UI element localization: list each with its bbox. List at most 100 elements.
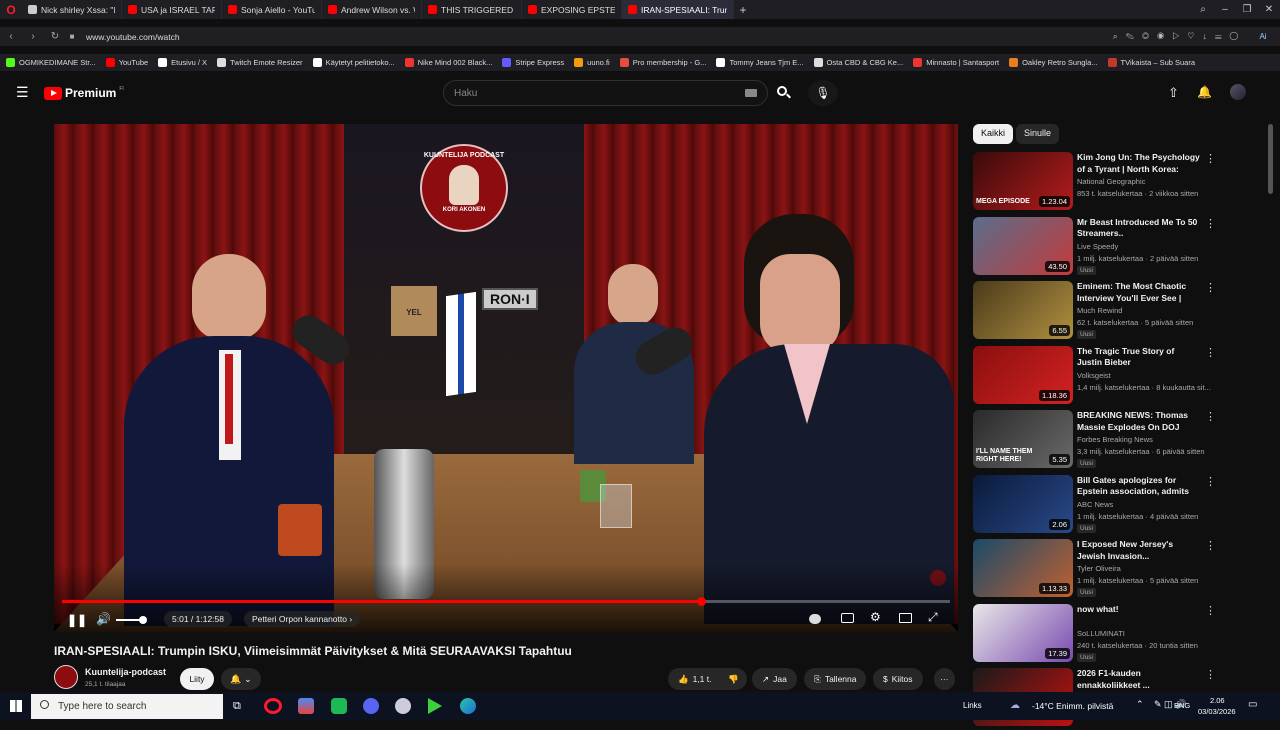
- discord-icon[interactable]: [363, 698, 379, 714]
- opera-logo-icon[interactable]: O: [0, 3, 22, 17]
- upload-icon[interactable]: ⇧: [1168, 85, 1179, 101]
- recommended-video[interactable]: I'LL NAME THEM RIGHT HERE! 5.35 BREAKING N…: [973, 410, 1263, 472]
- miniplayer-icon[interactable]: [899, 613, 912, 623]
- recommended-video[interactable]: MEGA EPISODE 1.23.04 Kim Jong Un: The Psyc…: [973, 152, 1263, 214]
- bookmark-item[interactable]: Oakley Retro Sungla...: [1009, 58, 1098, 67]
- video-title-link[interactable]: 2026 F1-kauden ennakkoliikkeet ...: [1077, 668, 1201, 691]
- task-view-icon[interactable]: ⧉: [233, 700, 241, 713]
- keyboard-icon[interactable]: [745, 89, 757, 97]
- recommended-video[interactable]: 1.18.36 The Tragic True Story of Justin B…: [973, 345, 1263, 408]
- weather-text[interactable]: -14°C Enimm. pilvistä: [1032, 701, 1113, 711]
- chapter-button[interactable]: Petteri Orpon kannanotto ›: [244, 611, 361, 627]
- bookmark-item[interactable]: Pro membership - G...: [619, 58, 706, 67]
- bookmark-item[interactable]: Etusivu / X: [158, 58, 207, 67]
- channel-name[interactable]: ABC News: [1077, 500, 1113, 509]
- weather-icon[interactable]: ☁: [1010, 700, 1020, 711]
- recommended-video[interactable]: 1.13.33 I Exposed New Jersey's Jewish Inv…: [973, 539, 1263, 601]
- video-title-link[interactable]: BREAKING NEWS: Thomas Massie Explodes On…: [1077, 410, 1201, 434]
- settings-gear-icon[interactable]: ⚙: [870, 610, 881, 624]
- thanks-button[interactable]: $ Kiitos: [873, 668, 923, 690]
- video-title-link[interactable]: Eminem: The Most Chaotic Interview You'l…: [1077, 281, 1201, 305]
- more-options-icon[interactable]: ⋮: [1205, 604, 1216, 617]
- browser-tab[interactable]: USA ja ISRAEL TAPPONAT: [122, 0, 222, 19]
- bookmark-item[interactable]: Stripe Express: [502, 58, 564, 67]
- subtitles-icon[interactable]: [841, 613, 854, 623]
- recommended-video[interactable]: 43.50 Mr Beast Introduced Me To 50 Stream…: [973, 216, 1263, 279]
- dislike-button[interactable]: 👎: [720, 668, 747, 690]
- chrome-app-icon[interactable]: [298, 698, 314, 714]
- url-field[interactable]: www.youtube.com/watch: [86, 32, 180, 42]
- join-button[interactable]: Liity: [180, 668, 214, 690]
- volume-icon[interactable]: 🔊: [96, 612, 111, 626]
- video-player[interactable]: KUUNTELIJA PODCAST KORI AKONEN RON·I YEL…: [54, 124, 958, 632]
- more-actions-button[interactable]: ···: [934, 668, 955, 690]
- youtube-premium-logo[interactable]: Premium FI: [44, 86, 124, 100]
- microphone-icon[interactable]: 🎙: [808, 80, 838, 106]
- bookmark-item[interactable]: Tommy Jeans Tjm E...: [716, 58, 804, 67]
- more-options-icon[interactable]: ⋮: [1205, 410, 1216, 423]
- channel-name[interactable]: SoLLUMINATI: [1077, 629, 1125, 638]
- video-thumbnail[interactable]: 2.06: [973, 474, 1073, 533]
- forward-button[interactable]: ›: [22, 31, 44, 42]
- avatar[interactable]: [1230, 84, 1246, 100]
- volume-slider[interactable]: [116, 616, 147, 624]
- video-thumbnail[interactable]: MEGA EPISODE 1.23.04: [973, 152, 1073, 210]
- clock-time[interactable]: 2.06: [1210, 696, 1225, 705]
- video-thumbnail[interactable]: 1.13.33: [973, 539, 1073, 597]
- browser-tab[interactable]: THIS TRIGGERED MY BIGG: [422, 0, 522, 19]
- windows-start-icon[interactable]: [10, 700, 22, 712]
- notifications-icon[interactable]: ▭: [1248, 699, 1257, 710]
- video-title-link[interactable]: now what!: [1077, 604, 1201, 616]
- maximize-button[interactable]: ❐: [1236, 4, 1258, 15]
- bookmark-item[interactable]: Käytetyt pelitietoko...: [312, 58, 395, 67]
- back-button[interactable]: ‹: [0, 31, 22, 42]
- bookmark-item[interactable]: uuno.fi: [574, 58, 610, 67]
- more-options-icon[interactable]: ⋮: [1205, 217, 1216, 230]
- browser-tab[interactable]: IRAN-SPESIAALI: Trum: [622, 0, 734, 19]
- video-thumbnail[interactable]: I'LL NAME THEM RIGHT HERE! 5.35: [973, 410, 1073, 468]
- bookmark-item[interactable]: YouTube: [105, 58, 148, 67]
- channel-name[interactable]: Volksgeist: [1077, 371, 1111, 380]
- close-window-button[interactable]: ✕: [1258, 4, 1280, 15]
- bookmark-item[interactable]: Osta CBD & CBG Ke...: [813, 58, 903, 67]
- channel-name[interactable]: Live Speedy: [1077, 242, 1118, 251]
- taskbar-search-input[interactable]: Type here to search: [31, 694, 223, 719]
- video-thumbnail[interactable]: 6.55: [973, 281, 1073, 339]
- tray-chevron-icon[interactable]: ⌃: [1136, 699, 1144, 710]
- video-thumbnail[interactable]: 43.50: [973, 216, 1073, 275]
- opera-taskbar-icon[interactable]: [264, 698, 282, 714]
- sidebar-scrollbar[interactable]: [1268, 124, 1273, 194]
- subscribed-bell-button[interactable]: 🔔 ⌄: [221, 668, 261, 690]
- ai-button[interactable]: Ai: [1246, 32, 1280, 41]
- progress-bar[interactable]: [62, 597, 950, 606]
- reload-icon[interactable]: ↻: [44, 31, 66, 42]
- video-title-link[interactable]: Mr Beast Introduced Me To 50 Streamers..: [1077, 217, 1201, 240]
- clock-date[interactable]: 03/03/2026: [1198, 707, 1236, 716]
- bookmark-item[interactable]: OGMIKEDIMANE Str...: [6, 58, 96, 67]
- browser-tab[interactable]: Andrew Wilson vs. Woke: [322, 0, 422, 19]
- new-tab-button[interactable]: +: [734, 3, 752, 17]
- address-tools-icons[interactable]: ⌕✎◎◉▷♡↓☰◯: [1016, 31, 1246, 42]
- browser-tab[interactable]: EXPOSING EPSTEIN'S ZOR: [522, 0, 622, 19]
- fullscreen-icon[interactable]: ⤢: [928, 610, 938, 625]
- language-indicator[interactable]: ENG: [1174, 701, 1190, 710]
- spotify-like-icon[interactable]: [331, 698, 347, 714]
- channel-name[interactable]: Kuuntelija-podcast: [85, 667, 166, 677]
- more-options-icon[interactable]: ⋮: [1205, 539, 1216, 552]
- autoplay-toggle[interactable]: [809, 614, 821, 624]
- recommended-video[interactable]: 17.39 now what! SoLLUMINATI 240 t. katseluk…: [973, 603, 1263, 666]
- menu-icon[interactable]: ☰: [16, 84, 29, 101]
- video-title-link[interactable]: I Exposed New Jersey's Jewish Invasion..…: [1077, 539, 1201, 562]
- more-options-icon[interactable]: ⋮: [1205, 152, 1216, 165]
- browser-tab[interactable]: Sonja Aiello - YouTube: [222, 0, 322, 19]
- search-button[interactable]: [768, 80, 798, 106]
- recommended-video[interactable]: 6.55 Eminem: The Most Chaotic Interview Y…: [973, 281, 1263, 343]
- bookmark-item[interactable]: Nike Mind 002 Black...: [404, 58, 492, 67]
- search-tabs-icon[interactable]: ⌕: [1192, 4, 1214, 15]
- like-button[interactable]: 👍 1,1 t.: [668, 668, 722, 690]
- edge-icon[interactable]: [460, 698, 476, 714]
- bookmark-item[interactable]: Minnasto | Santasport: [913, 58, 999, 67]
- share-button[interactable]: ↗ Jaa: [752, 668, 797, 690]
- video-title-link[interactable]: The Tragic True Story of Justin Bieber: [1077, 346, 1201, 369]
- bookmark-item[interactable]: TVikaista – Sub Suara: [1107, 58, 1195, 67]
